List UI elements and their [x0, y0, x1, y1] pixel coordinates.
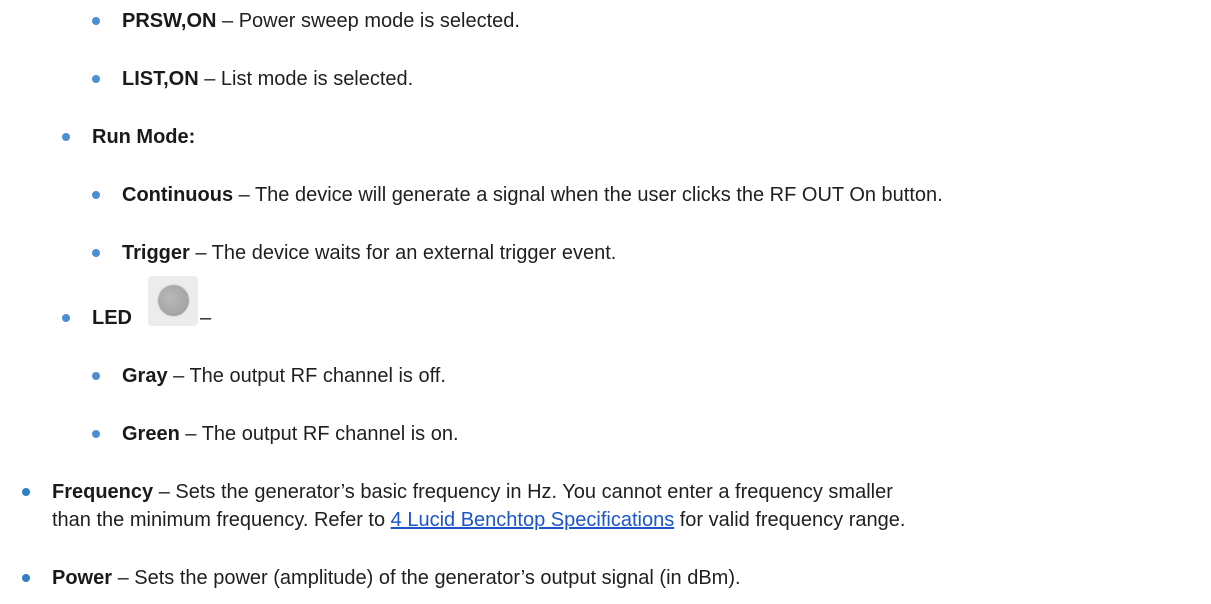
list-item-frequency-cont: than the minimum frequency. Refer to 4 L…: [52, 509, 906, 531]
term-frequency: Frequency: [52, 481, 154, 503]
list-item-power: Power – Sets the power (amplitude) of th…: [52, 567, 741, 589]
bullet-icon: [92, 430, 100, 438]
list-item-list: LIST,ON – List mode is selected.: [122, 68, 414, 90]
term-prsw: PRSW,ON: [122, 10, 217, 32]
desc-frequency: Sets the generator’s basic frequency in …: [175, 481, 893, 503]
desc-continuous: The device will generate a signal when t…: [254, 184, 943, 206]
desc-power: Sets the power (amplitude) of the genera…: [134, 567, 741, 589]
bullet-icon: [62, 314, 70, 322]
desc-gray: The output RF channel is off.: [189, 365, 446, 387]
bullet-icon: [62, 133, 70, 141]
bullet-icon: [92, 191, 100, 199]
list-item-prsw: PRSW,ON – Power sweep mode is selected.: [122, 10, 520, 32]
term-power: Power: [52, 567, 113, 589]
bullet-icon: [92, 75, 100, 83]
desc-prsw: Power sweep mode is selected.: [238, 10, 520, 32]
desc-list: List mode is selected.: [220, 68, 414, 90]
specifications-link[interactable]: 4 Lucid Benchtop Specifications: [391, 509, 675, 531]
led-indicator-icon: [148, 276, 198, 326]
list-item-frequency: Frequency – Sets the generator’s basic f…: [52, 481, 893, 503]
bullet-icon: [22, 488, 30, 496]
led-dash: –: [200, 307, 212, 329]
bullet-icon: [92, 249, 100, 257]
list-item-gray: Gray – The output RF channel is off.: [122, 365, 446, 387]
desc-trigger: The device waits for an external trigger…: [211, 242, 617, 264]
list-item-green: Green – The output RF channel is on.: [122, 423, 459, 445]
term-gray: Gray: [122, 365, 168, 387]
bullet-icon: [92, 17, 100, 25]
term-trigger: Trigger: [122, 242, 190, 264]
term-led: LED: [92, 307, 132, 329]
bullet-icon: [22, 574, 30, 582]
term-continuous: Continuous: [122, 184, 234, 206]
list-item-run-mode: Run Mode:: [92, 123, 195, 151]
term-run-mode: Run Mode:: [92, 126, 196, 148]
bullet-icon: [92, 372, 100, 380]
led-disc: [158, 285, 189, 316]
list-item-continuous: Continuous – The device will generate a …: [122, 184, 943, 206]
desc-green: The output RF channel is on.: [201, 423, 459, 445]
list-item-led: LED: [92, 304, 132, 332]
term-list: LIST,ON: [122, 68, 199, 90]
list-item-trigger: Trigger – The device waits for an extern…: [122, 242, 617, 264]
term-green: Green: [122, 423, 180, 445]
